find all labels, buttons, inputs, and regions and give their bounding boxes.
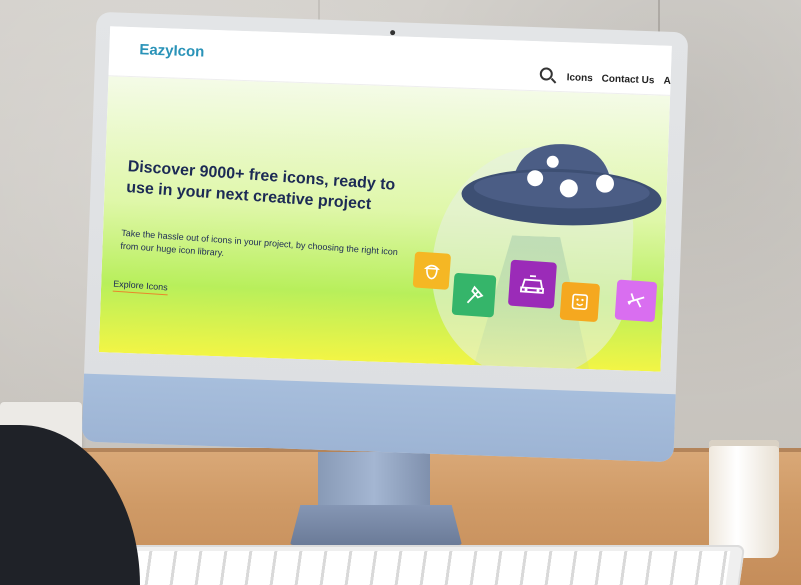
hero-section: Discover 9000+ free icons, ready to use …: [98, 76, 671, 372]
face-icon[interactable]: [559, 281, 601, 323]
monitor-base: [290, 505, 462, 545]
ufo-illustration: [461, 144, 662, 226]
airplane-icon[interactable]: [614, 279, 658, 323]
axe-icon[interactable]: [451, 272, 497, 318]
hero-title: Discover 9000+ free icons, ready to use …: [125, 158, 396, 214]
search-icon[interactable]: [539, 67, 554, 81]
imac-monitor: Discover 9000+ free icons, ready to use …: [81, 11, 689, 463]
website-screen: Discover 9000+ free icons, ready to use …: [98, 26, 672, 372]
pen-holder-cup: [709, 440, 779, 558]
site-logo[interactable]: EazyIcon: [139, 41, 205, 60]
keyboard: [80, 545, 746, 585]
hero-subtitle: Take the hassle out of icons in your pro…: [120, 227, 399, 258]
monitor-stand: [318, 452, 430, 512]
nav-link-icons[interactable]: Icons: [566, 72, 592, 84]
nav-link-contact[interactable]: Contact Us: [601, 73, 654, 86]
explore-icons-link[interactable]: Explore Icons: [112, 278, 169, 296]
nav-link-about[interactable]: Ab: [663, 76, 671, 87]
acorn-icon[interactable]: [412, 251, 452, 290]
camera: [390, 30, 396, 36]
car-icon[interactable]: [507, 259, 557, 309]
